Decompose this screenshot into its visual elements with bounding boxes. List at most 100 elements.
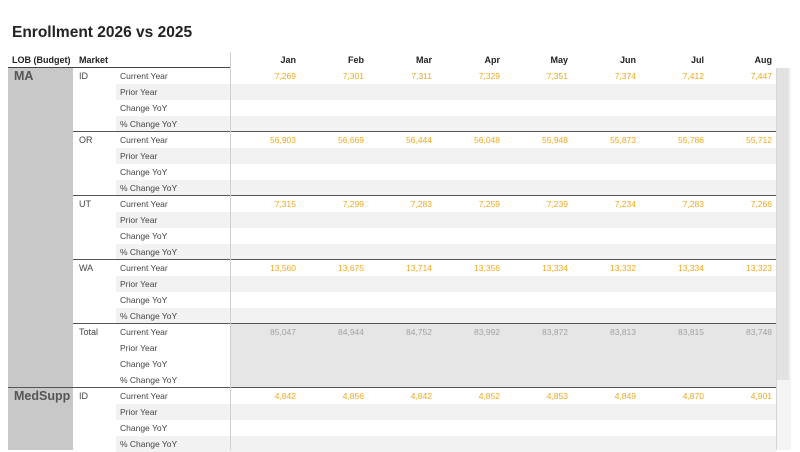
value-cell: 55,786 xyxy=(678,135,704,145)
value-cell: 56,048 xyxy=(474,135,500,145)
metric-label: % Change YoY xyxy=(120,311,178,321)
value-cell: 7,266 xyxy=(750,199,772,209)
value-cell: 56,444 xyxy=(406,135,432,145)
value-cell: 13,334 xyxy=(678,263,704,273)
metric-label: Change YoY xyxy=(120,231,168,241)
value-cell: 7,301 xyxy=(342,71,364,81)
metric-label: Change YoY xyxy=(120,359,168,369)
month-header-apr[interactable]: Apr xyxy=(440,55,501,65)
value-cell: 55,948 xyxy=(542,135,568,145)
month-header-may[interactable]: May xyxy=(508,55,568,65)
value-cell: 7,269 xyxy=(274,71,296,81)
value-cell: 13,356 xyxy=(474,263,500,273)
value-cell: 55,712 xyxy=(746,135,772,145)
month-header-aug[interactable]: Aug xyxy=(712,55,773,65)
value-cell: 4,901 xyxy=(750,391,772,401)
value-cell: 4,849 xyxy=(614,391,636,401)
value-cell: 4,842 xyxy=(274,391,296,401)
metric-label: Current Year xyxy=(120,71,168,81)
row-shading xyxy=(116,116,776,132)
row-shading xyxy=(116,212,776,228)
value-cell: 7,311 xyxy=(411,71,432,81)
row-shading xyxy=(116,244,776,260)
value-cell: 85,047 xyxy=(270,327,296,337)
value-cell: 4,856 xyxy=(342,391,364,401)
lob-label: MedSupp xyxy=(14,389,71,403)
metric-label: Current Year xyxy=(120,199,168,209)
month-header-jul[interactable]: Jul xyxy=(644,55,704,65)
value-cell: 83,992 xyxy=(474,327,500,337)
value-cell: 7,447 xyxy=(750,71,772,81)
value-cell: 13,560 xyxy=(270,263,296,273)
value-cell: 83,872 xyxy=(542,327,568,337)
value-cell: 83,815 xyxy=(678,327,704,337)
metric-label: Prior Year xyxy=(120,215,158,225)
month-header-mar[interactable]: Mar xyxy=(372,55,432,65)
value-cell: 56,669 xyxy=(338,135,364,145)
metric-label: Prior Year xyxy=(120,407,158,417)
value-cell: 7,374 xyxy=(614,71,636,81)
market-label: ID xyxy=(79,391,88,401)
month-header-jan[interactable]: Jan xyxy=(236,55,296,65)
value-cell: 7,351 xyxy=(546,71,568,81)
row-shading xyxy=(116,308,776,324)
lob-label: MA xyxy=(14,69,34,83)
value-cell: 13,714 xyxy=(406,263,432,273)
metric-label: Change YoY xyxy=(120,103,168,113)
metric-label: Prior Year xyxy=(120,343,158,353)
value-cell: 13,332 xyxy=(610,263,636,273)
value-cell: 13,675 xyxy=(338,263,364,273)
metric-label: Change YoY xyxy=(120,167,168,177)
metric-label: % Change YoY xyxy=(120,183,178,193)
metric-label: Prior Year xyxy=(120,279,158,289)
group-divider xyxy=(8,387,776,388)
value-cell: 4,853 xyxy=(546,391,568,401)
group-divider xyxy=(73,259,776,260)
metric-label: Change YoY xyxy=(120,295,168,305)
lob-column-header[interactable]: LOB (Budget) xyxy=(12,55,71,65)
row-shading xyxy=(116,276,776,292)
value-cell: 13,334 xyxy=(542,263,568,273)
value-cell: 7,283 xyxy=(410,199,432,209)
month-header-jun[interactable]: Jun xyxy=(576,55,636,65)
group-divider xyxy=(73,195,776,196)
month-header-feb[interactable]: Feb xyxy=(304,55,364,65)
value-cell: 7,259 xyxy=(478,199,500,209)
value-cell: 7,412 xyxy=(682,71,704,81)
metric-label: % Change YoY xyxy=(120,247,178,257)
market-label: WA xyxy=(79,263,94,273)
column-divider xyxy=(230,52,231,450)
page-title: Enrollment 2026 vs 2025 xyxy=(12,24,193,41)
value-cell: 7,239 xyxy=(546,199,568,209)
metric-label: Prior Year xyxy=(120,151,158,161)
value-cell: 7,315 xyxy=(274,199,296,209)
value-cell: 7,299 xyxy=(342,199,364,209)
market-label: ID xyxy=(79,71,88,81)
value-cell: 4,842 xyxy=(410,391,432,401)
value-cell: 83,748 xyxy=(746,327,772,337)
market-column-header[interactable]: Market xyxy=(79,55,108,65)
value-cell: 4,852 xyxy=(478,391,500,401)
metric-label: % Change YoY xyxy=(120,119,178,129)
metric-label: Current Year xyxy=(120,263,168,273)
value-cell: 7,234 xyxy=(614,199,636,209)
market-label: OR xyxy=(79,135,93,145)
value-cell: 7,283 xyxy=(682,199,704,209)
value-cell: 84,944 xyxy=(338,327,364,337)
market-label: UT xyxy=(79,199,91,209)
metric-label: Current Year xyxy=(120,135,168,145)
value-cell: 83,813 xyxy=(610,327,636,337)
metric-label: % Change YoY xyxy=(120,439,178,449)
row-shading xyxy=(116,84,776,100)
row-shading xyxy=(116,404,776,420)
value-cell: 84,752 xyxy=(406,327,432,337)
scrollbar-thumb[interactable] xyxy=(777,68,789,380)
value-cell: 4,870 xyxy=(682,391,704,401)
metric-label: Current Year xyxy=(120,327,168,337)
value-cell: 13,323 xyxy=(746,263,772,273)
lob-band xyxy=(8,68,73,388)
metric-label: Change YoY xyxy=(120,423,168,433)
value-cell: 7,329 xyxy=(478,71,500,81)
market-label: Total xyxy=(79,327,99,337)
value-cell: 55,873 xyxy=(610,135,636,145)
